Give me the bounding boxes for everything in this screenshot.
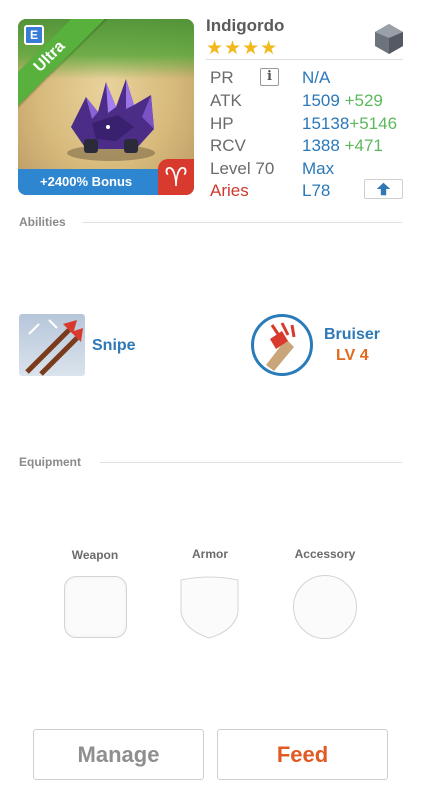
stat-bonus: +5146 <box>349 114 398 133</box>
abilities-divider <box>82 222 402 223</box>
stat-base: 1509 <box>302 91 340 110</box>
gem-icon[interactable] <box>372 22 406 56</box>
ability-name-snipe[interactable]: Snipe <box>92 337 136 355</box>
monster-portrait-card[interactable]: Ultra E +2400% Bonus ♈ <box>18 19 194 195</box>
stat-base: 15138 <box>302 114 350 133</box>
feed-button[interactable]: Feed <box>217 729 388 780</box>
monster-image <box>67 79 155 161</box>
stat-value: 1388 +471 <box>302 134 383 157</box>
abilities-section-title: Abilities <box>19 215 66 229</box>
stat-row-hp: HP 15138+5146 <box>210 112 405 135</box>
stat-value: N/A <box>302 68 331 87</box>
aries-sign-icon: ♈ <box>158 159 194 195</box>
stat-row-rcv: RCV 1388 +471 <box>210 134 405 157</box>
stat-value: Max <box>302 159 335 178</box>
stat-bonus: +529 <box>344 91 383 110</box>
monster-name: Indigordo <box>206 16 285 35</box>
stat-label: ATK <box>210 91 242 110</box>
accessory-slot[interactable] <box>293 575 357 639</box>
stat-row-pr: PR i N/A <box>210 66 405 89</box>
stat-label: HP <box>210 114 234 133</box>
info-icon[interactable]: i <box>260 68 279 86</box>
weapon-slot[interactable] <box>64 576 127 638</box>
stat-row-aries: Aries L78 <box>210 179 360 202</box>
stat-bonus: +471 <box>344 136 383 155</box>
stat-row-atk: ATK 1509 +529 <box>210 89 405 112</box>
arrow-up-icon[interactable] <box>364 179 403 199</box>
armor-slot[interactable] <box>179 574 240 640</box>
stat-label: Aries <box>210 181 249 200</box>
element-icon: E <box>24 25 44 45</box>
stat-value: L78 <box>302 181 331 200</box>
stat-value: 15138+5146 <box>302 112 397 135</box>
stat-row-level: Level 70 Max <box>210 157 405 180</box>
bruiser-ability-icon[interactable] <box>251 314 313 376</box>
stat-label: Level 70 <box>210 159 275 178</box>
equipment-section-title: Equipment <box>19 455 81 469</box>
stat-value: 1509 +529 <box>302 89 383 112</box>
weapon-label: Weapon <box>71 548 119 562</box>
armor-label: Armor <box>191 547 228 561</box>
snipe-ability-icon[interactable] <box>19 314 85 376</box>
stat-label: RCV <box>210 136 246 155</box>
ability-name-bruiser[interactable]: Bruiser <box>324 326 380 344</box>
manage-button[interactable]: Manage <box>33 729 204 780</box>
ability-level-bruiser: LV 4 <box>336 347 369 364</box>
stat-label: PR <box>210 68 234 87</box>
accessory-label: Accessory <box>294 547 356 561</box>
stats-divider <box>206 59 403 60</box>
stat-base: 1388 <box>302 136 340 155</box>
equipment-divider <box>100 462 402 463</box>
star-rating: ★★★★ <box>206 38 279 59</box>
